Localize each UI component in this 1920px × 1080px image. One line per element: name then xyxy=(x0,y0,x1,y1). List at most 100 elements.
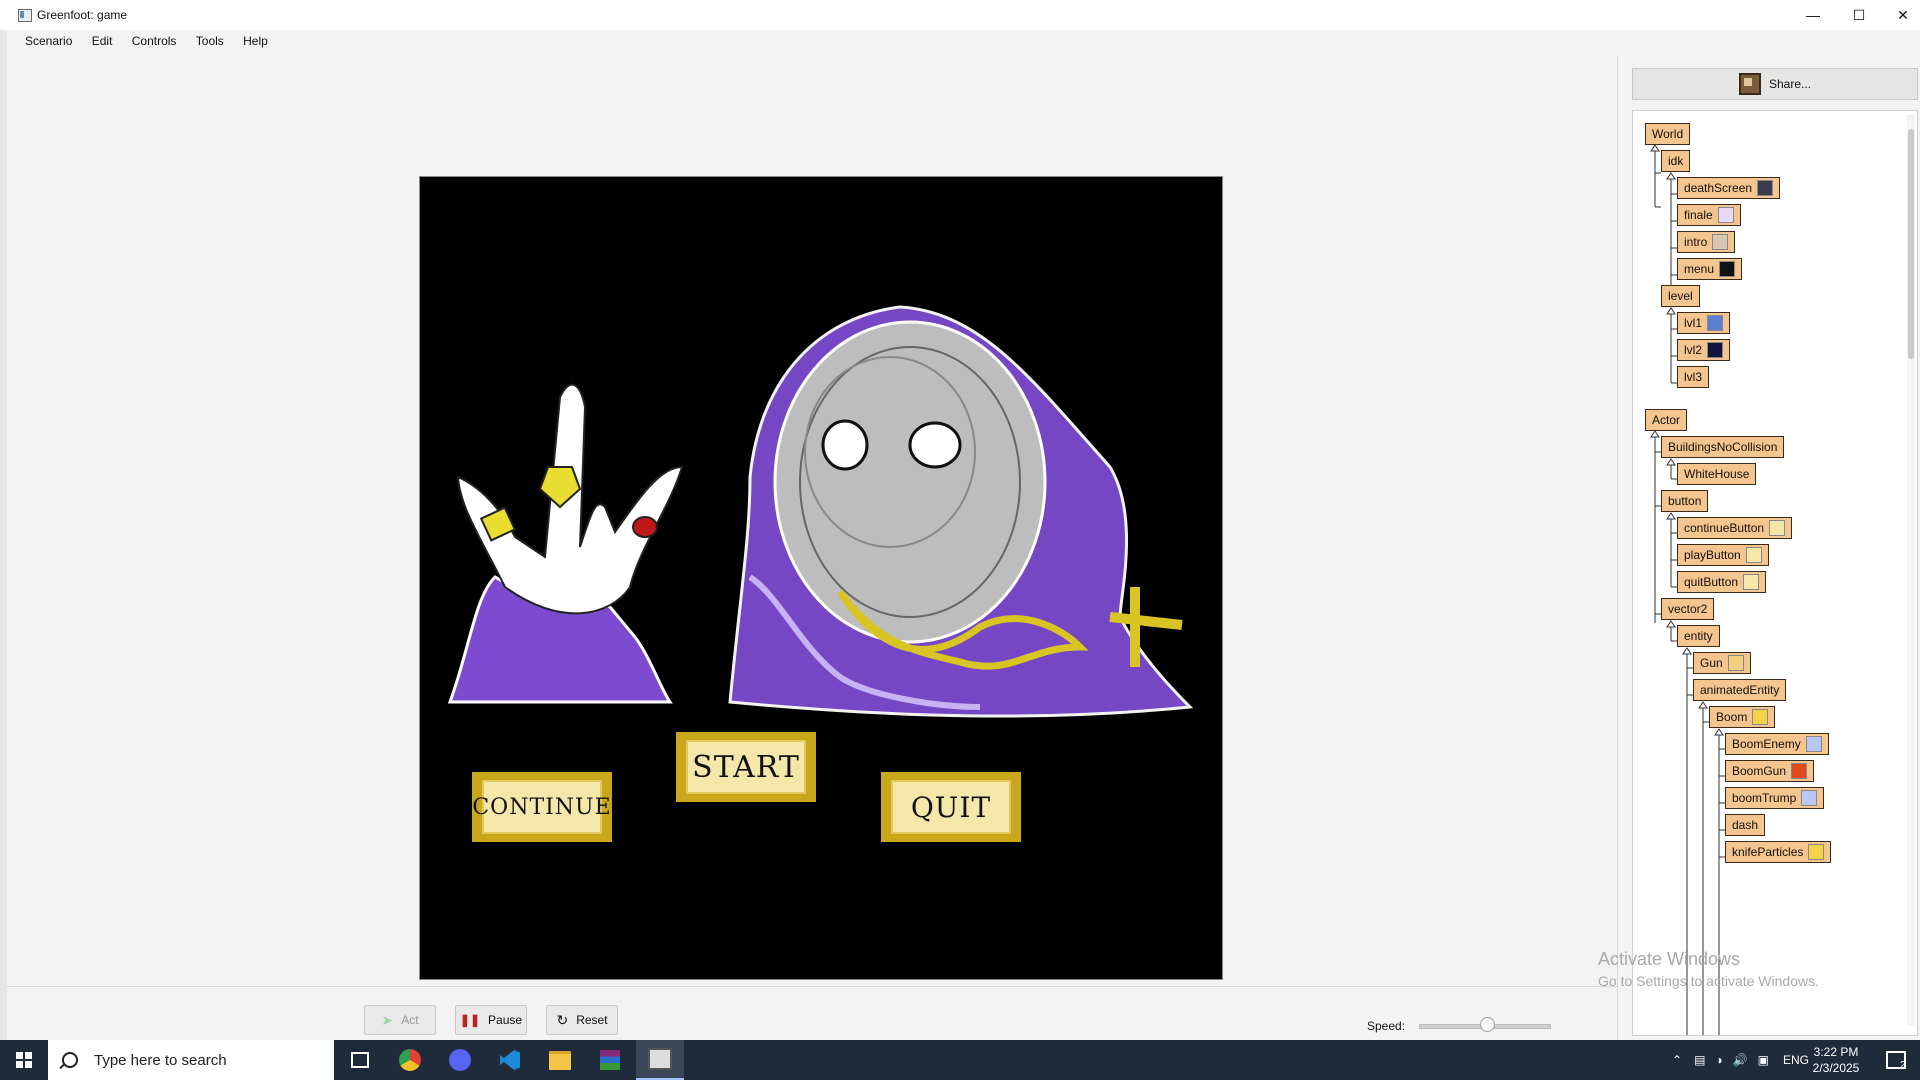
close-button[interactable]: ✕ xyxy=(1880,0,1920,30)
start-button-label: START xyxy=(686,740,806,794)
menu-thumbnail-icon xyxy=(1719,261,1736,277)
boomenemy-thumbnail-icon xyxy=(1805,736,1822,752)
class-button[interactable]: button xyxy=(1661,490,1709,512)
class-boomgun[interactable]: BoomGun xyxy=(1725,760,1815,782)
class-deathscreen[interactable]: deathScreen xyxy=(1677,177,1781,199)
class-boomenemy[interactable]: BoomEnemy xyxy=(1725,733,1829,755)
continue-button-label: CONTINUE xyxy=(472,780,611,834)
notification-center-icon[interactable]: 2 xyxy=(1872,1040,1920,1080)
reset-icon: ↻ xyxy=(556,1011,569,1028)
windows-logo-icon xyxy=(16,1052,32,1068)
control-bar: ➤ Act ❚❚ Pause ↻ Reset Speed: xyxy=(7,986,1617,1041)
hooded-figure-art xyxy=(728,305,1194,718)
game-artwork xyxy=(447,305,1194,718)
class-boomtrump[interactable]: boomTrump xyxy=(1725,787,1825,809)
share-button[interactable]: Share... xyxy=(1632,68,1918,100)
class-lvl3[interactable]: lvl3 xyxy=(1677,366,1710,388)
quit-button-label: QUIT xyxy=(891,780,1011,834)
lvl2-thumbnail-icon xyxy=(1707,342,1724,358)
boomgun-thumbnail-icon xyxy=(1791,763,1808,779)
winrar-icon[interactable] xyxy=(586,1040,634,1080)
continuebutton-thumbnail-icon xyxy=(1769,520,1786,536)
discord-icon[interactable] xyxy=(436,1040,484,1080)
class-knifeparticles[interactable]: knifeParticles xyxy=(1725,841,1832,863)
class-buildingsnocollision[interactable]: BuildingsNoCollision xyxy=(1661,436,1785,458)
meet-now-icon[interactable]: ▣ xyxy=(1758,1053,1769,1067)
act-label: Act xyxy=(401,1013,419,1027)
pause-label: Pause xyxy=(488,1013,523,1027)
volume-icon[interactable]: 🔊 xyxy=(1733,1053,1748,1067)
show-hidden-icons-icon[interactable]: ⌃ xyxy=(1672,1053,1682,1067)
playbutton-thumbnail-icon xyxy=(1745,547,1762,563)
search-placeholder: Type here to search xyxy=(94,1051,227,1069)
class-whitehouse[interactable]: WhiteHouse xyxy=(1677,463,1757,485)
class-vector2[interactable]: vector2 xyxy=(1661,598,1715,620)
maximize-button[interactable]: ☐ xyxy=(1836,0,1882,30)
world-canvas[interactable]: CONTINUE START QUIT xyxy=(419,176,1223,980)
class-dash[interactable]: dash xyxy=(1725,814,1766,836)
class-menu[interactable]: menu xyxy=(1677,258,1743,280)
class-actor[interactable]: Actor xyxy=(1645,409,1688,431)
start-button[interactable] xyxy=(0,1040,48,1080)
class-quitbutton[interactable]: quitButton xyxy=(1677,571,1767,593)
continue-button[interactable]: CONTINUE xyxy=(472,772,612,842)
class-finale[interactable]: finale xyxy=(1677,204,1741,226)
menu-tools[interactable]: Tools xyxy=(188,30,232,48)
taskbar: Type here to search ⌃ ▤ ◑ 🔊 ▣ ENG 3:22 P… xyxy=(0,1040,1920,1080)
class-boom[interactable]: Boom xyxy=(1709,706,1776,728)
taskbar-search[interactable]: Type here to search xyxy=(48,1040,334,1080)
taskbar-clock[interactable]: 3:22 PM 2/3/2025 xyxy=(1808,1044,1864,1076)
network-icon[interactable]: ▤ xyxy=(1694,1053,1705,1067)
act-button[interactable]: ➤ Act xyxy=(364,1005,436,1035)
minimize-button[interactable]: — xyxy=(1790,0,1836,30)
boomtrump-thumbnail-icon xyxy=(1801,790,1818,806)
intro-thumbnail-icon xyxy=(1712,234,1729,250)
vscode-icon[interactable] xyxy=(486,1040,534,1080)
network-status-icon[interactable]: ◑ xyxy=(1715,1053,1722,1067)
class-idk[interactable]: idk xyxy=(1661,150,1691,172)
task-view-icon[interactable] xyxy=(336,1040,384,1080)
system-tray: ⌃ ▤ ◑ 🔊 ▣ ENG xyxy=(1672,1040,1809,1080)
chrome-icon[interactable] xyxy=(386,1040,434,1080)
finale-thumbnail-icon xyxy=(1717,207,1734,223)
class-lvl2[interactable]: lvl2 xyxy=(1677,339,1731,361)
clock-time: 3:22 PM xyxy=(1813,1045,1859,1059)
play-arrow-icon: ➤ xyxy=(381,1011,394,1028)
menu-edit[interactable]: Edit xyxy=(84,30,121,48)
title-bar: Greenfoot: game — ☐ ✕ xyxy=(0,0,1920,30)
greenfoot-app-icon xyxy=(18,9,32,22)
boom-thumbnail-icon xyxy=(1752,709,1769,725)
menu-help[interactable]: Help xyxy=(235,30,276,48)
greenfoot-taskbar-icon[interactable] xyxy=(636,1040,684,1080)
language-indicator[interactable]: ENG xyxy=(1783,1053,1809,1067)
class-playbutton[interactable]: playButton xyxy=(1677,544,1769,566)
menu-controls[interactable]: Controls xyxy=(124,30,185,48)
quit-button[interactable]: QUIT xyxy=(881,772,1021,842)
speed-slider-thumb[interactable] xyxy=(1480,1017,1496,1032)
class-continuebutton[interactable]: continueButton xyxy=(1677,517,1793,539)
menu-bar: Scenario Edit Controls Tools Help xyxy=(7,30,1920,54)
deathscreen-thumbnail-icon xyxy=(1757,180,1774,196)
class-intro[interactable]: intro xyxy=(1677,231,1736,253)
inheritance-lines xyxy=(1650,144,1725,1035)
class-animatedentity[interactable]: animatedEntity xyxy=(1693,679,1787,701)
reset-label: Reset xyxy=(576,1013,608,1027)
lvl1-thumbnail-icon xyxy=(1707,315,1724,331)
class-level[interactable]: level xyxy=(1661,285,1700,307)
class-entity[interactable]: entity xyxy=(1677,625,1720,647)
menu-scenario[interactable]: Scenario xyxy=(17,30,80,48)
scrollbar-thumb[interactable] xyxy=(1908,129,1914,359)
activate-windows-watermark: Activate Windows Go to Settings to activ… xyxy=(1598,949,1819,989)
class-lvl1[interactable]: lvl1 xyxy=(1677,312,1731,334)
speed-label: Speed: xyxy=(1367,1019,1406,1033)
file-explorer-icon[interactable] xyxy=(536,1040,584,1080)
pause-button[interactable]: ❚❚ Pause xyxy=(455,1005,527,1035)
reset-button[interactable]: ↻ Reset xyxy=(546,1005,618,1035)
class-gun[interactable]: Gun xyxy=(1693,652,1751,674)
class-tree-scrollbar[interactable] xyxy=(1907,115,1915,1025)
class-world[interactable]: World xyxy=(1645,123,1691,145)
start-button[interactable]: START xyxy=(676,732,816,802)
class-panel: Share... World idk deathScreen finale in… xyxy=(1617,56,1920,1040)
search-icon xyxy=(62,1052,78,1068)
ringed-hand-art xyxy=(447,383,684,704)
